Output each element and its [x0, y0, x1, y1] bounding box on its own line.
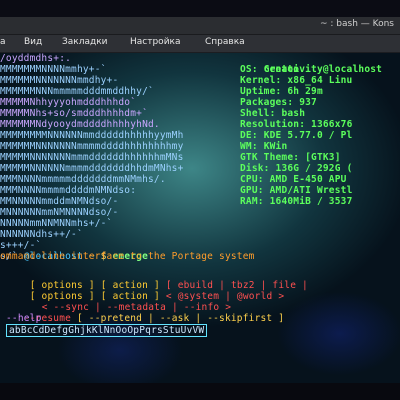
window-titlebar[interactable]: ~ : bash — Kons [0, 17, 400, 35]
info-value: 1366x76 [311, 119, 353, 130]
info-key: Shell: [240, 108, 276, 119]
usage-row-5: --help [6, 313, 42, 324]
info-row: RAM: 1640MiB / 3537 [240, 196, 352, 207]
usage-token: | --skipfirst [195, 313, 273, 324]
info-key: Disk: [240, 163, 270, 174]
info-key: RAM: [240, 196, 264, 207]
info-key: Packages: [240, 97, 294, 108]
logo-line: MMMMMMNdyooydmddddhhhhyhNd. [0, 119, 160, 130]
info-key: GPU: [240, 185, 264, 196]
info-value: bash [281, 108, 306, 119]
info-value: x86_64 Linu [287, 75, 353, 86]
info-row: WM: KWin [240, 141, 287, 152]
info-row: Kernel: x86_64 Linu [240, 75, 352, 86]
info-key: Kernel: [240, 75, 282, 86]
info-value: KDE 5.77.0 / Pl [263, 130, 353, 141]
info-row: GTK Theme: [GTK3] [240, 152, 341, 163]
info-key: GTK Theme: [240, 152, 300, 163]
info-value: KWin [263, 141, 288, 152]
info-row: Resolution: 1366x76 [240, 119, 352, 130]
menu-item-view[interactable]: Вид [24, 37, 42, 47]
info-value: AMD/ATI Wrestl [269, 185, 353, 196]
info-value: [GTK3] [305, 152, 341, 163]
logo-line: NNNNNNdhs++/-` [0, 229, 83, 240]
info-key: CPU: [240, 174, 264, 185]
info-value: 6h 29m [287, 86, 323, 97]
logo-line: MMMMMMMMNNNNNNmmdddddhhhhhyymMh [0, 130, 184, 141]
info-row: Disk: 136G / 292G ( [240, 163, 353, 174]
info-value: 1640MiB / 3537 [269, 196, 353, 207]
usage-token: | @world [225, 291, 273, 302]
logo-line: MNNNNNNmmNMNNNNdso/- [0, 207, 119, 218]
info-value: 937 [299, 97, 317, 108]
info-value: Gentoo [263, 64, 300, 75]
info-key: Uptime: [240, 86, 282, 97]
logo-line: MMMMMMNNNNNNNmmdhy+- [0, 75, 119, 86]
info-row: Shell: bash [240, 108, 305, 119]
logo-line: MMMMMNhs+so/smdddhhhhdm+` [0, 108, 148, 119]
info-row: CPU: AMD E-450 APU [240, 174, 347, 185]
info-value: AMD E-450 APU [269, 174, 347, 185]
menu-item-file[interactable]: а [0, 37, 6, 47]
info-key: WM: [240, 141, 258, 152]
info-row: Uptime: 6h 29m [240, 86, 323, 97]
window-title: ~ : bash — Kons [320, 19, 394, 29]
logo-line: MMMMMNNNNNNNmmmddddddhhhhhhmMNs [0, 152, 184, 163]
logo-line: MMMMMMNNNNNNNmmmmddddhhhhhhhhmy [0, 141, 184, 152]
logo-line: NNNNNmmNNMNNmhs+/-` [0, 218, 113, 229]
info-row: DE: KDE 5.77.0 / Pl [240, 130, 352, 141]
logo-line: MMMNNNNmmmmddddmNMNdso: [0, 185, 137, 196]
charset-line: abBcCdDefgGhjkKlNnOoOpPqrsStuUvVW [6, 324, 208, 337]
desktop-top-strip [0, 0, 400, 17]
info-row: OS: Gentoo [240, 64, 299, 75]
usage-token: ] [278, 313, 285, 324]
terminal-area[interactable]: /oyddmdhs+:. MMMMMMMNNNNmmhy+-` MMMMMMNN… [0, 53, 400, 383]
info-key: DE: [240, 130, 258, 141]
menu-item-bookmarks[interactable]: Закладки [62, 37, 108, 47]
menu-bar: а Вид Закладки Настройка Справка [0, 35, 400, 53]
usage-token: | [302, 280, 308, 291]
logo-line: MMMMMNNNNNNmmmmdddddddhhdmMNhs+ [0, 163, 184, 174]
logo-line: MMMMMNhhyyyohmdddhhhdo` [0, 97, 137, 108]
info-value: 136G / 292G ( [275, 163, 353, 174]
logo-line: MMNNNNNmmddmNMNdso/- [0, 196, 119, 207]
logo-line: MMMMMMNNNmmmmmdddmmddhhy/` [0, 86, 154, 97]
menu-item-help[interactable]: Справка [205, 37, 245, 47]
info-key: Resolution: [240, 119, 306, 130]
usage-token: | --ask [148, 313, 190, 324]
usage-token: [ --pretend [76, 313, 143, 324]
logo-line: MMMNNNNmmmmmdddddddmmNMmhs/. [0, 174, 166, 185]
info-row: GPU: AMD/ATI Wrestl [240, 185, 352, 196]
menu-item-settings[interactable]: Настройка [130, 37, 181, 47]
info-row: Packages: 937 [240, 97, 317, 108]
info-key: OS: [240, 64, 258, 75]
usage-token: > [278, 291, 285, 302]
desktop-bottom-strip [0, 383, 400, 400]
logo-line: MMMMMMMNNNNmmhy+-` [0, 64, 107, 75]
logo-line: /oyddmdhs+:. [0, 53, 72, 64]
help-description: ommand-line interface to the Portage sys… [0, 251, 255, 262]
